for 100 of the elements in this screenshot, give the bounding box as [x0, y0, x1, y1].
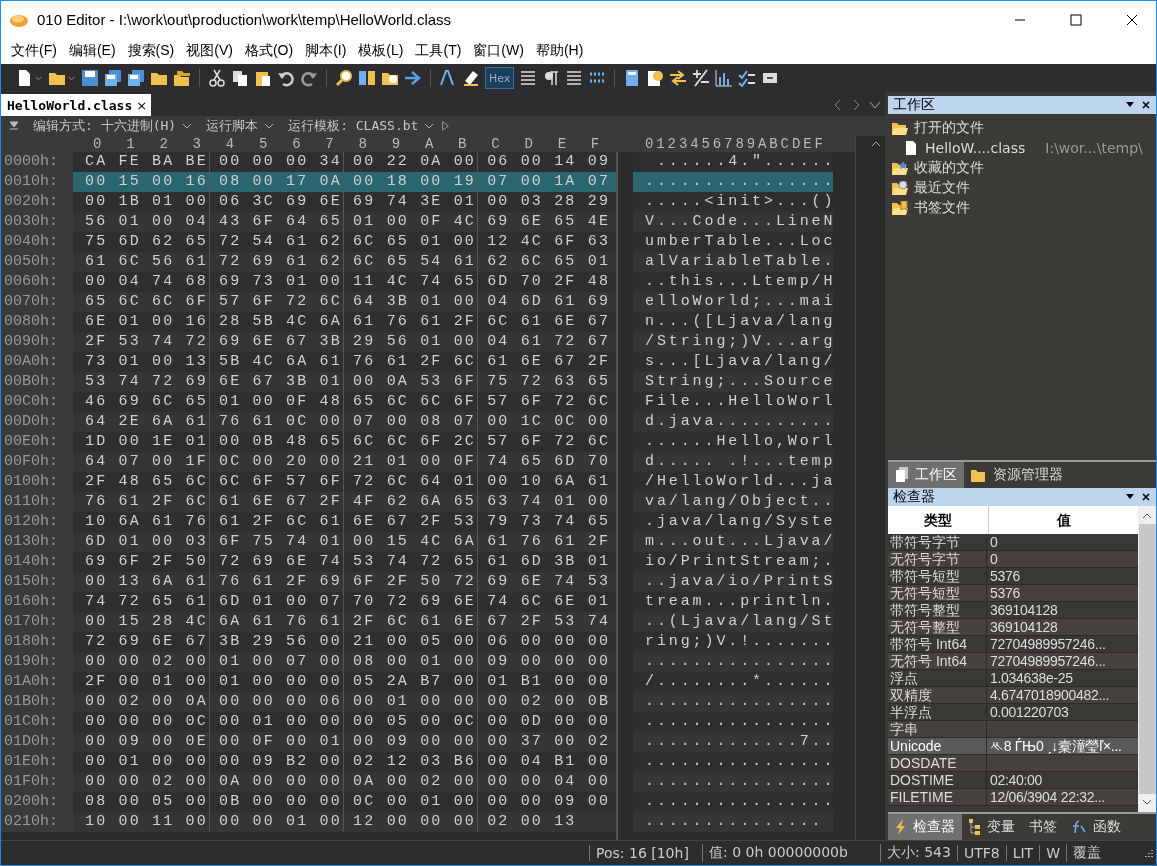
font-icon[interactable] — [439, 69, 457, 87]
panel-tab[interactable]: 书签 — [1022, 814, 1064, 840]
ascii-text[interactable]: ................ — [633, 692, 833, 712]
menu-item[interactable]: 模板(L) — [352, 42, 410, 60]
menu-item[interactable]: 窗口(W) — [467, 42, 530, 60]
hex-bytes[interactable]: 6D 01 00 03 6F 75 74 01 00 15 4C 6A 61 76 61 2F — [73, 532, 616, 552]
cut-icon[interactable] — [208, 69, 226, 87]
ascii-text[interactable]: ..(Ljava/lang/St — [633, 612, 833, 632]
compare-icon[interactable] — [519, 69, 538, 87]
ascii-text[interactable]: ring;)V.!....... — [633, 632, 833, 652]
menu-item[interactable]: 文件(F) — [5, 42, 63, 60]
ascii-text[interactable]: ............... — [633, 812, 833, 832]
plus-minus-icon[interactable] — [692, 69, 711, 87]
checklist-icon[interactable] — [738, 69, 757, 87]
ascii-text[interactable]: ................ — [633, 712, 833, 732]
ascii-text[interactable]: m...out...Ljava/ — [633, 532, 833, 552]
hex-bytes[interactable]: 00 00 00 0C 00 01 00 00 00 05 00 0C 00 0D 00 00 — [73, 712, 616, 732]
ascii-text[interactable]: V...Code...LineN — [633, 212, 833, 232]
ascii-text[interactable]: elloWorld;...mai — [633, 292, 833, 312]
hex-bytes[interactable]: 46 69 6C 65 01 00 0F 48 65 6C 6C 6F 57 6F 72 6C — [73, 392, 616, 412]
hex-bytes[interactable]: 2F 00 01 00 01 00 00 00 05 2A B7 00 01 B1 00 00 — [73, 672, 616, 692]
highlight-icon[interactable] — [462, 69, 480, 87]
hex-bytes[interactable]: 00 15 00 16 08 00 17 0A 00 18 00 19 07 00 1A 07 — [73, 172, 616, 192]
hex-bytes[interactable]: 65 6C 6C 6F 57 6F 72 6C 64 3B 01 00 04 6D 61 69 — [73, 292, 616, 312]
hex-bytes[interactable]: 61 6C 56 61 72 69 61 62 6C 65 54 61 62 6C 65 01 — [73, 252, 616, 272]
copy-icon[interactable] — [231, 69, 249, 87]
ascii-text[interactable]: ..this...Ltemp/H — [633, 272, 833, 292]
resize-grip-icon[interactable] — [1144, 848, 1154, 858]
hex-bytes[interactable]: 00 00 02 00 01 00 07 00 08 00 01 00 09 00 00 00 — [73, 652, 616, 672]
hex-bytes[interactable]: 00 02 00 0A 00 00 00 06 00 01 00 00 00 02 00 0B — [73, 692, 616, 712]
hex-bytes[interactable]: 56 01 00 04 43 6F 64 65 01 00 0F 4C 69 6E 65 4E — [73, 212, 616, 232]
close-icon[interactable] — [1142, 493, 1150, 501]
tree-folder[interactable]: 最近文件 — [914, 179, 970, 197]
hex-bytes[interactable]: 00 09 00 0E 00 0F 00 01 00 09 00 00 00 37 00 02 — [73, 732, 616, 752]
menu-item[interactable]: 编辑(E) — [62, 42, 122, 60]
play-icon[interactable] — [440, 121, 451, 131]
run-script-dropdown[interactable]: 运行脚本 — [206, 117, 259, 135]
save-all-icon[interactable] — [127, 69, 145, 87]
dropdown-icon[interactable] — [1126, 494, 1134, 500]
collapse-icon[interactable] — [9, 121, 19, 131]
ascii-text[interactable]: s...[Ljava/lang/ — [633, 352, 833, 372]
paste-icon[interactable] — [254, 69, 272, 87]
ascii-text[interactable]: n...([Ljava/lang — [633, 312, 833, 332]
ascii-text[interactable]: .............7.. — [633, 732, 833, 752]
ascii-text[interactable]: ................ — [633, 652, 833, 672]
goto-arrow-icon[interactable] — [404, 69, 422, 87]
hex-bytes[interactable]: 76 61 2F 6C 61 6E 67 2F 4F 62 6A 65 63 74 01 00 — [73, 492, 616, 512]
ascii-text[interactable]: d.java.......... — [633, 412, 833, 432]
panel-tab[interactable]: 变量 — [962, 814, 1022, 840]
folders-icon[interactable] — [173, 69, 191, 87]
ascii-text[interactable]: ......Hello,Worl — [633, 432, 833, 452]
file-tab[interactable]: HelloWorld.class × — [1, 94, 152, 116]
ascii-text[interactable]: ................ — [633, 172, 833, 192]
dropdown-icon[interactable] — [1126, 102, 1134, 108]
ascii-text[interactable]: umberTable...Loc — [633, 232, 833, 252]
ascii-text[interactable]: ......4."...... — [633, 152, 833, 172]
ascii-text[interactable]: ................ — [633, 792, 833, 812]
tab-close-button[interactable]: × — [136, 97, 148, 113]
scroll-up-icon[interactable] — [1142, 512, 1152, 520]
hex-bytes[interactable]: 2F 48 65 6C 6C 6F 57 6F 72 6C 64 01 00 10 6A 61 — [73, 472, 616, 492]
ascii-text[interactable]: /String;)V...arg — [633, 332, 833, 352]
hex-bytes[interactable]: 74 72 65 61 6D 01 00 07 70 72 69 6E 74 6C 6E 01 — [73, 592, 616, 612]
caret-icon[interactable] — [424, 121, 435, 131]
undo-icon[interactable] — [277, 69, 295, 87]
tab-list-icon[interactable] — [869, 99, 881, 111]
hex-bytes[interactable]: 10 6A 61 76 61 2F 6C 61 6E 67 2F 53 79 73 74 65 — [73, 512, 616, 532]
hex-bytes[interactable]: 73 01 00 13 5B 4C 6A 61 76 61 2F 6C 61 6E 67 2F — [73, 352, 616, 372]
hex-bytes[interactable]: 10 00 11 00 00 00 01 00 12 00 00 00 02 00 13 — [73, 812, 616, 832]
hex-bytes[interactable]: 53 74 72 69 6E 67 3B 01 00 0A 53 6F 75 72 63 65 — [73, 372, 616, 392]
hex-bytes[interactable]: 64 07 00 1F 0C 00 20 00 21 01 00 0F 74 65 6D 70 — [73, 452, 616, 472]
ascii-text[interactable]: ................ — [633, 752, 833, 772]
scroll-left-icon[interactable] — [833, 99, 843, 111]
save-icon[interactable] — [81, 69, 99, 87]
run-template-dropdown[interactable]: 运行模板: CLASS.bt — [288, 117, 419, 135]
maximize-icon[interactable] — [1070, 13, 1082, 26]
panel-tab[interactable]: 函数 — [1064, 814, 1128, 840]
hex-bytes[interactable]: 64 2E 6A 61 76 61 0C 00 07 00 08 07 00 1C 0C 00 — [73, 412, 616, 432]
tree-folder[interactable]: 打开的文件 — [914, 119, 984, 137]
hex-bytes[interactable]: 08 00 05 00 0B 00 00 00 0C 00 01 00 00 00 09 00 — [73, 792, 616, 812]
tree-folder[interactable]: 收藏的文件 — [914, 159, 984, 177]
swap-arrows-icon[interactable] — [669, 69, 688, 87]
hex-bytes[interactable]: 75 6D 62 65 72 54 61 62 6C 65 01 00 12 4C 6F 63 — [73, 232, 616, 252]
edit-mode-dropdown[interactable]: 编辑方式: 十六进制(H) — [33, 117, 177, 135]
ascii-text[interactable]: .....<init>...() — [633, 192, 833, 212]
menu-item[interactable]: 脚本(I) — [299, 42, 353, 60]
panel-tab[interactable]: 工作区 — [888, 462, 964, 488]
scroll-right-icon[interactable] — [851, 99, 861, 111]
hex-bytes[interactable]: 00 1B 01 00 06 3C 69 6E 69 74 3E 01 00 03 28 29 — [73, 192, 616, 212]
ascii-text[interactable]: /HelloWorld...ja — [633, 472, 833, 492]
tree-folder[interactable]: 书签文件 — [914, 199, 970, 217]
menu-item[interactable]: 视图(V) — [180, 42, 239, 60]
save-as-icon[interactable] — [104, 69, 122, 87]
menu-item[interactable]: 搜索(S) — [121, 42, 181, 60]
help-icon[interactable] — [646, 69, 665, 87]
panel-tab[interactable]: 检查器 — [888, 814, 962, 840]
caret-icon[interactable] — [264, 121, 275, 131]
menu-item[interactable]: 格式(O) — [238, 42, 300, 60]
ascii-text[interactable]: io/PrintStream;. — [633, 552, 833, 572]
close-icon[interactable] — [1126, 13, 1138, 26]
histogram-icon[interactable] — [715, 69, 734, 87]
